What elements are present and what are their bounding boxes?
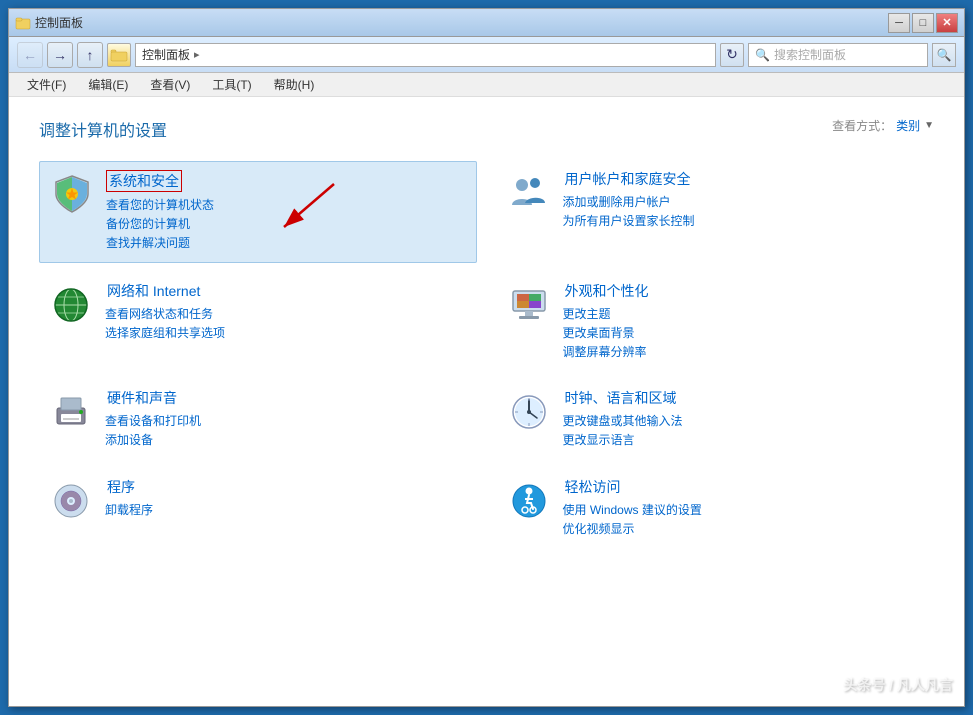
- chevron-down-icon[interactable]: ▼: [924, 120, 934, 131]
- titlebar-address: 控制面板: [35, 14, 83, 31]
- system-security-link-0[interactable]: 查看您的计算机状态: [106, 196, 468, 215]
- watermark: 头条号 / 凡人凡言: [843, 675, 953, 695]
- search-placeholder: 搜索控制面板: [774, 46, 846, 63]
- view-mode-selector: 查看方式： 类别 ▼: [832, 117, 934, 134]
- forward-button[interactable]: →: [47, 42, 73, 68]
- menubar: 文件(F) 编辑(E) 查看(V) 工具(T) 帮助(H): [9, 73, 964, 97]
- view-mode-label: 查看方式：: [832, 117, 892, 134]
- system-security-link-2[interactable]: 查找并解决问题: [106, 234, 468, 253]
- menu-view[interactable]: 查看(V): [140, 74, 200, 95]
- search-icon: 🔍: [755, 48, 770, 62]
- menu-tools[interactable]: 工具(T): [202, 74, 261, 95]
- minimize-button[interactable]: ─: [888, 13, 910, 33]
- hardware-link-1[interactable]: 添加设备: [105, 431, 469, 450]
- folder-small-icon: [110, 47, 128, 63]
- main-content: 调整计算机的设置 查看方式： 类别 ▼: [9, 97, 964, 706]
- appearance-link-0[interactable]: 更改主题: [563, 305, 927, 324]
- menu-help[interactable]: 帮助(H): [264, 74, 325, 95]
- disc-icon: [47, 477, 95, 525]
- category-ease-access-text: 轻松访问 使用 Windows 建议的设置 优化视频显示: [563, 477, 927, 539]
- user-accounts-link-1[interactable]: 为所有用户设置家长控制: [563, 212, 927, 231]
- category-clock: 时钟、语言和区域 更改键盘或其他输入法 更改显示语言: [497, 380, 935, 458]
- category-hardware-text: 硬件和声音 查看设备和打印机 添加设备: [105, 388, 469, 450]
- address-bar[interactable]: 控制面板 ▸: [135, 43, 716, 67]
- category-network-text: 网络和 Internet 查看网络状态和任务 选择家庭组和共享选项: [105, 281, 469, 343]
- categories-grid: 系统和安全 查看您的计算机状态 备份您的计算机 查找并解决问题: [39, 161, 934, 547]
- address-text: 控制面板: [142, 46, 190, 63]
- category-hardware: 硬件和声音 查看设备和打印机 添加设备: [39, 380, 477, 458]
- user-accounts-link-0[interactable]: 添加或删除用户帐户: [563, 193, 927, 212]
- category-ease-access: 轻松访问 使用 Windows 建议的设置 优化视频显示: [497, 469, 935, 547]
- category-network: 网络和 Internet 查看网络状态和任务 选择家庭组和共享选项: [39, 273, 477, 371]
- ease-access-title[interactable]: 轻松访问: [563, 477, 623, 497]
- programs-title[interactable]: 程序: [105, 477, 137, 497]
- menu-edit[interactable]: 编辑(E): [78, 74, 138, 95]
- appearance-title[interactable]: 外观和个性化: [563, 281, 651, 301]
- clock-link-0[interactable]: 更改键盘或其他输入法: [563, 412, 927, 431]
- view-mode-value[interactable]: 类别: [896, 117, 920, 134]
- ease-access-link-1[interactable]: 优化视频显示: [563, 520, 927, 539]
- category-appearance: 外观和个性化 更改主题 更改桌面背景 调整屏幕分辨率: [497, 273, 935, 371]
- category-user-accounts: 用户帐户和家庭安全 添加或删除用户帐户 为所有用户设置家长控制: [497, 161, 935, 263]
- clock-link-1[interactable]: 更改显示语言: [563, 431, 927, 450]
- user-accounts-title[interactable]: 用户帐户和家庭安全: [563, 169, 693, 189]
- ease-access-link-0[interactable]: 使用 Windows 建议的设置: [563, 501, 927, 520]
- navbar: ← → ↑ 控制面板 ▸ ↻ 🔍 搜索控制面板 🔍: [9, 37, 964, 73]
- category-user-accounts-text: 用户帐户和家庭安全 添加或删除用户帐户 为所有用户设置家长控制: [563, 169, 927, 231]
- hardware-title[interactable]: 硬件和声音: [105, 388, 179, 408]
- folder-nav-icon: [107, 43, 131, 67]
- clock-title[interactable]: 时钟、语言和区域: [563, 388, 679, 408]
- system-security-link-1[interactable]: 备份您的计算机: [106, 215, 468, 234]
- appearance-link-2[interactable]: 调整屏幕分辨率: [563, 343, 927, 362]
- refresh-button[interactable]: ↻: [720, 43, 744, 67]
- access-icon: [505, 477, 553, 525]
- titlebar-left: 控制面板: [15, 14, 83, 31]
- category-system-security-text: 系统和安全 查看您的计算机状态 备份您的计算机 查找并解决问题: [106, 170, 468, 254]
- category-appearance-text: 外观和个性化 更改主题 更改桌面背景 调整屏幕分辨率: [563, 281, 927, 363]
- up-button[interactable]: ↑: [77, 42, 103, 68]
- search-button[interactable]: 🔍: [932, 43, 956, 67]
- titlebar: 控制面板 ─ □ ✕: [9, 9, 964, 37]
- printer-icon: [47, 388, 95, 436]
- maximize-button[interactable]: □: [912, 13, 934, 33]
- network-title[interactable]: 网络和 Internet: [105, 281, 202, 301]
- page-title: 调整计算机的设置: [39, 117, 934, 141]
- system-security-title[interactable]: 系统和安全: [106, 170, 182, 192]
- back-button[interactable]: ←: [17, 42, 43, 68]
- search-bar[interactable]: 🔍 搜索控制面板: [748, 43, 928, 67]
- category-clock-text: 时钟、语言和区域 更改键盘或其他输入法 更改显示语言: [563, 388, 927, 450]
- close-button[interactable]: ✕: [936, 13, 958, 33]
- appearance-link-1[interactable]: 更改桌面背景: [563, 324, 927, 343]
- shield-icon: [48, 170, 96, 218]
- network-link-1[interactable]: 选择家庭组和共享选项: [105, 324, 469, 343]
- address-separator: ▸: [194, 48, 200, 61]
- users-icon: [505, 169, 553, 217]
- titlebar-buttons: ─ □ ✕: [888, 13, 958, 33]
- category-system-security: 系统和安全 查看您的计算机状态 备份您的计算机 查找并解决问题: [39, 161, 477, 263]
- programs-link-0[interactable]: 卸载程序: [105, 501, 469, 520]
- clock-icon: [505, 388, 553, 436]
- paint-icon: [505, 281, 553, 329]
- hardware-link-0[interactable]: 查看设备和打印机: [105, 412, 469, 431]
- menu-file[interactable]: 文件(F): [17, 74, 76, 95]
- folder-icon: [15, 15, 31, 31]
- globe-icon: [47, 281, 95, 329]
- main-window: 控制面板 ─ □ ✕ ← → ↑ 控制面板 ▸ ↻ 🔍 搜索控制面板 🔍: [8, 8, 965, 707]
- category-programs: 程序 卸载程序: [39, 469, 477, 547]
- category-programs-text: 程序 卸载程序: [105, 477, 469, 520]
- network-link-0[interactable]: 查看网络状态和任务: [105, 305, 469, 324]
